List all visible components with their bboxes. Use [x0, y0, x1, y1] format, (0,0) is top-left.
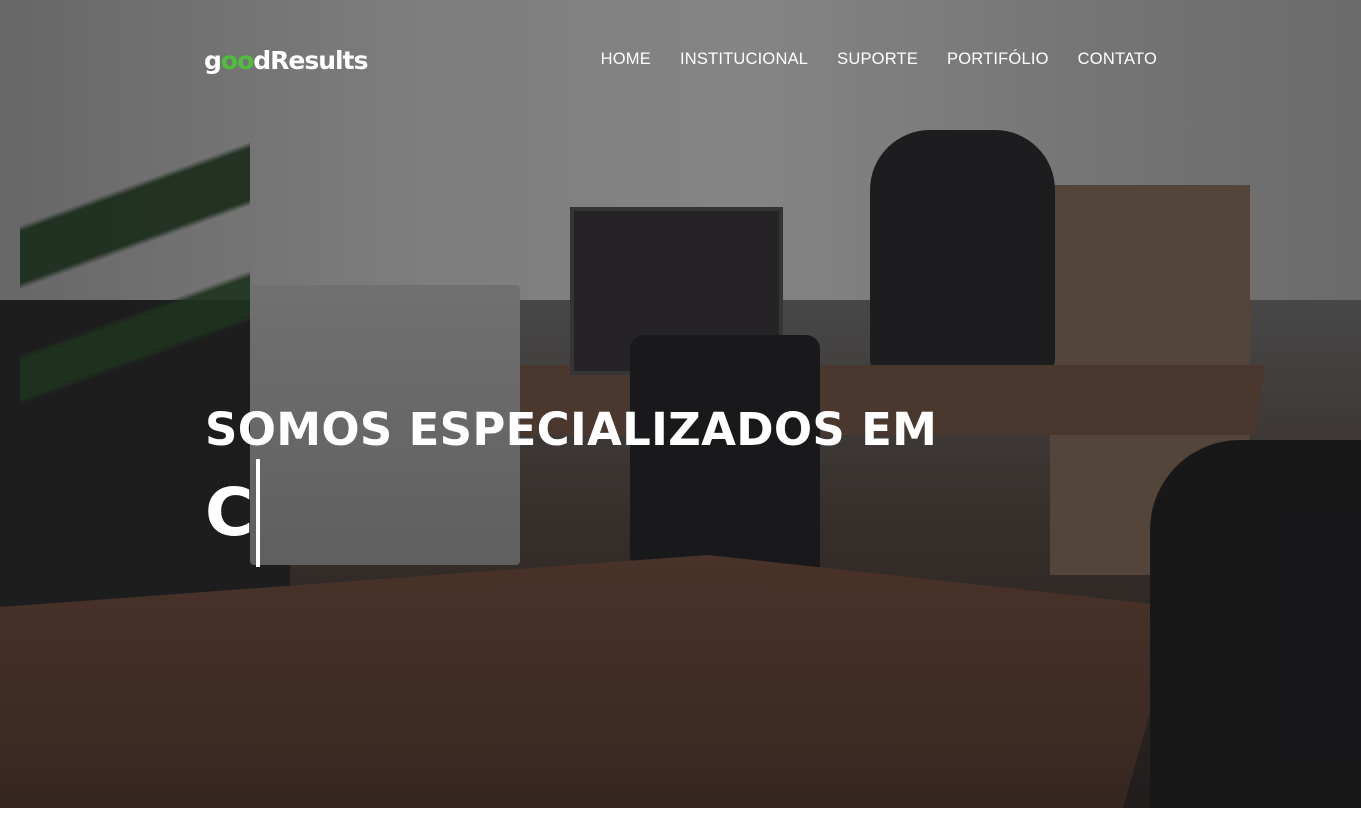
main-nav: HOME INSTITUCIONAL SUPORTE PORTIFÓLIO CO…: [586, 49, 1157, 69]
hero-title: SOMOS ESPECIALIZADOS EM: [205, 403, 938, 456]
hero-text-block: SOMOS ESPECIALIZADOS EM C: [205, 402, 937, 568]
nav-link-institucional[interactable]: INSTITUCIONAL: [665, 49, 822, 69]
typed-row: C: [205, 458, 937, 568]
page-bottom-strip: [0, 808, 1361, 826]
nav-link-contato[interactable]: CONTATO: [1063, 49, 1157, 69]
typing-cursor: [256, 459, 261, 567]
site-header: g oo dResults HOME INSTITUCIONAL SUPORTE…: [0, 0, 1361, 120]
nav-link-home[interactable]: HOME: [586, 49, 665, 69]
typed-text: C: [205, 474, 254, 551]
logo-text-end: dResults: [253, 46, 368, 75]
nav-link-portifolio[interactable]: PORTIFÓLIO: [933, 49, 1064, 69]
site-logo[interactable]: g oo dResults: [204, 46, 368, 75]
nav-link-suporte[interactable]: SUPORTE: [823, 49, 933, 69]
logo-text-start: g: [204, 46, 222, 75]
logo-accent: oo: [220, 46, 254, 75]
